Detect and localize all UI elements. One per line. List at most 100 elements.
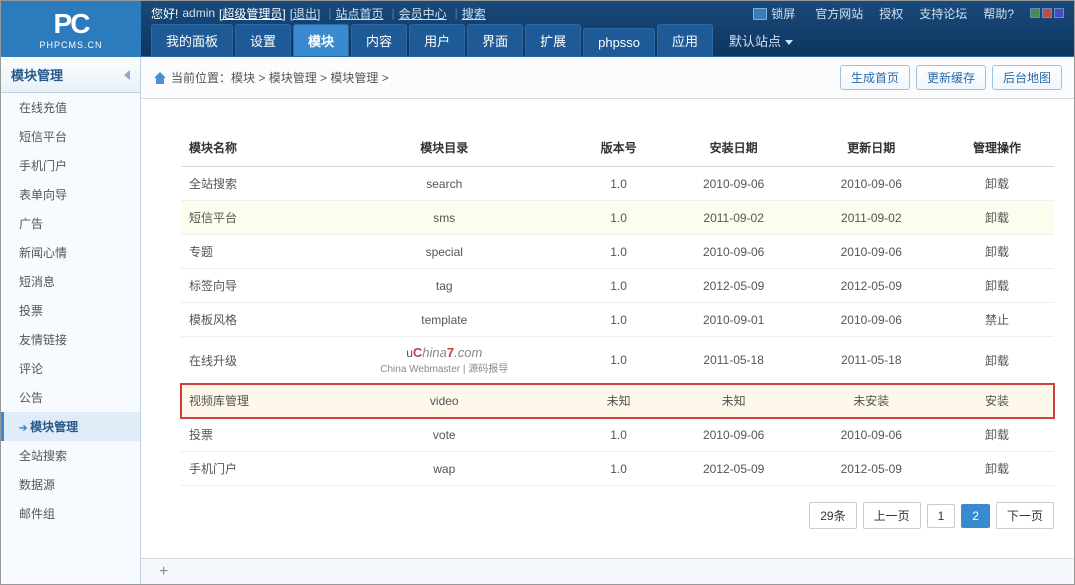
- col-dir: 模块目录: [316, 129, 572, 167]
- cell-action[interactable]: 卸载: [940, 235, 1054, 269]
- cell-install: 2010-09-06: [665, 235, 803, 269]
- add-button[interactable]: +: [159, 563, 168, 581]
- cell-action[interactable]: 卸载: [940, 418, 1054, 452]
- cell-action[interactable]: 卸载: [940, 337, 1054, 384]
- sitemap-button[interactable]: 后台地图: [992, 65, 1062, 90]
- cell-action[interactable]: 卸载: [940, 201, 1054, 235]
- sidebar-item[interactable]: 评论: [1, 354, 140, 383]
- sidebar-item[interactable]: 投票: [1, 296, 140, 325]
- site-home-link[interactable]: 站点首页: [336, 5, 384, 22]
- screen-icon: [753, 8, 767, 20]
- page-next[interactable]: 下一页: [996, 502, 1054, 529]
- logout-link[interactable]: [退出]: [290, 5, 321, 22]
- sidebar-item[interactable]: 全站搜索: [1, 441, 140, 470]
- table-row: 手机门户wap1.02012-05-092012-05-09卸载: [181, 452, 1054, 486]
- sidebar-item[interactable]: 友情链接: [1, 325, 140, 354]
- cell-name: 标签向导: [181, 269, 316, 303]
- col-action: 管理操作: [940, 129, 1054, 167]
- lock-screen-link[interactable]: 锁屏: [753, 5, 799, 22]
- table-row: 专题special1.02010-09-062010-09-06卸载: [181, 235, 1054, 269]
- cell-install: 2010-09-06: [665, 418, 803, 452]
- sidebar-item[interactable]: 在线充值: [1, 93, 140, 122]
- role-link[interactable]: [超级管理员]: [219, 5, 286, 22]
- cell-dir: video: [316, 384, 572, 418]
- tab-ui[interactable]: 界面: [467, 24, 523, 56]
- logo-text: PC: [54, 8, 89, 40]
- cell-ver: 1.0: [572, 269, 665, 303]
- topbar: 您好! admin [超级管理员] [退出] | 站点首页 | 会员中心 | 搜…: [141, 1, 1074, 25]
- member-center-link[interactable]: 会员中心: [399, 5, 447, 22]
- tab-users[interactable]: 用户: [409, 24, 465, 56]
- cell-dir: uChina7.comChina Webmaster | 源码报导: [316, 337, 572, 384]
- tab-apps[interactable]: 应用: [657, 24, 713, 56]
- cell-install: 2011-05-18: [665, 337, 803, 384]
- cell-update: 2010-09-06: [802, 235, 940, 269]
- cell-name: 全站搜索: [181, 167, 316, 201]
- cell-dir: wap: [316, 452, 572, 486]
- cell-dir: sms: [316, 201, 572, 235]
- cell-name: 专题: [181, 235, 316, 269]
- cell-action[interactable]: 卸载: [940, 452, 1054, 486]
- page-2[interactable]: 2: [961, 504, 990, 528]
- cell-ver: 1.0: [572, 303, 665, 337]
- sidebar-item[interactable]: 广告: [1, 209, 140, 238]
- tab-phpsso[interactable]: phpsso: [583, 28, 655, 56]
- cell-install: 2012-05-09: [665, 269, 803, 303]
- sidebar-item[interactable]: 短信平台: [1, 122, 140, 151]
- greeting: 您好!: [151, 5, 178, 22]
- logo[interactable]: PC PHPCMS.CN: [1, 1, 141, 57]
- sidebar-title: 模块管理: [1, 57, 140, 93]
- home-icon[interactable]: [153, 72, 167, 84]
- tab-modules[interactable]: 模块: [293, 24, 349, 56]
- cell-dir: search: [316, 167, 572, 201]
- sidebar-item[interactable]: 短消息: [1, 267, 140, 296]
- cell-update: 2010-09-06: [802, 303, 940, 337]
- col-version: 版本号: [572, 129, 665, 167]
- swatch-blue[interactable]: [1054, 8, 1064, 18]
- tab-mypanel[interactable]: 我的面板: [151, 24, 233, 56]
- license-link[interactable]: 授权: [879, 5, 903, 22]
- swatch-red[interactable]: [1042, 8, 1052, 18]
- gen-home-button[interactable]: 生成首页: [840, 65, 910, 90]
- page-1[interactable]: 1: [927, 504, 956, 528]
- pagination: 29条 上一页 1 2 下一页: [181, 502, 1054, 529]
- help-link[interactable]: 帮助?: [983, 5, 1014, 22]
- tab-settings[interactable]: 设置: [235, 24, 291, 56]
- search-link[interactable]: 搜索: [462, 5, 486, 22]
- sidebar: 模块管理 在线充值短信平台手机门户表单向导广告新闻心情短消息投票友情链接评论公告…: [1, 57, 141, 584]
- cell-action[interactable]: 卸载: [940, 269, 1054, 303]
- cell-name: 投票: [181, 418, 316, 452]
- sidebar-item[interactable]: 新闻心情: [1, 238, 140, 267]
- cell-update: 2010-09-06: [802, 418, 940, 452]
- official-site-link[interactable]: 官方网站: [815, 5, 863, 22]
- sidebar-item[interactable]: 表单向导: [1, 180, 140, 209]
- sidebar-item[interactable]: 数据源: [1, 470, 140, 499]
- cell-action[interactable]: 安装: [940, 384, 1054, 418]
- forum-link[interactable]: 支持论坛: [919, 5, 967, 22]
- tab-content[interactable]: 内容: [351, 24, 407, 56]
- cell-action[interactable]: 卸载: [940, 167, 1054, 201]
- sidebar-item[interactable]: 邮件组: [1, 499, 140, 528]
- table-row: 全站搜索search1.02010-09-062010-09-06卸载: [181, 167, 1054, 201]
- breadcrumb-path: 模块 > 模块管理 > 模块管理 >: [231, 69, 389, 86]
- cell-ver: 1.0: [572, 235, 665, 269]
- swatch-green[interactable]: [1030, 8, 1040, 18]
- cell-ver: 1.0: [572, 418, 665, 452]
- cell-install: 2012-05-09: [665, 452, 803, 486]
- sidebar-item[interactable]: 公告: [1, 383, 140, 412]
- cell-name: 视频库管理: [181, 384, 316, 418]
- main-nav: 我的面板 设置 模块 内容 用户 界面 扩展 phpsso 应用 默认站点: [141, 25, 1074, 57]
- page-total: 29条: [809, 502, 856, 529]
- cell-name: 手机门户: [181, 452, 316, 486]
- chevron-left-icon[interactable]: [124, 70, 130, 80]
- page-prev[interactable]: 上一页: [863, 502, 921, 529]
- refresh-cache-button[interactable]: 更新缓存: [916, 65, 986, 90]
- sidebar-item[interactable]: 模块管理: [1, 412, 140, 441]
- module-table: 模块名称 模块目录 版本号 安装日期 更新日期 管理操作 全站搜索search1…: [181, 129, 1054, 486]
- site-selector[interactable]: 默认站点: [715, 25, 807, 56]
- tab-extend[interactable]: 扩展: [525, 24, 581, 56]
- sidebar-item[interactable]: 手机门户: [1, 151, 140, 180]
- cell-update: 2011-05-18: [802, 337, 940, 384]
- cell-update: 2010-09-06: [802, 167, 940, 201]
- table-row: 标签向导tag1.02012-05-092012-05-09卸载: [181, 269, 1054, 303]
